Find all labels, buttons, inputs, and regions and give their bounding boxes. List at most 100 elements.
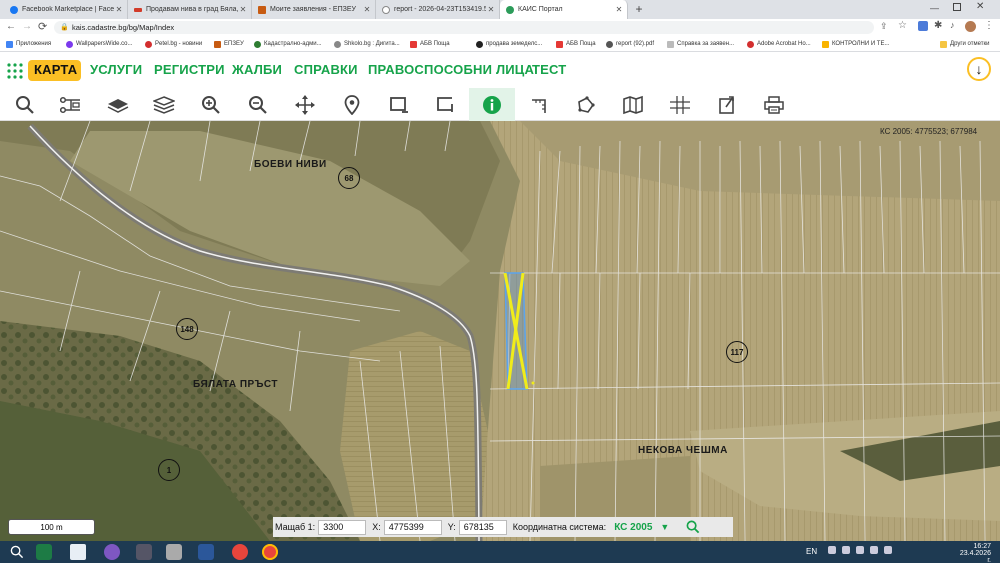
nav-item-uslugi[interactable]: УСЛУГИ (90, 62, 142, 77)
bookmark-item[interactable]: WallpapersWide.co... (66, 38, 132, 50)
bookmark-item[interactable]: продава земеделс... (476, 38, 542, 50)
measure-icon[interactable] (516, 88, 562, 121)
globe-favicon-icon (382, 5, 390, 14)
bookmark-icon (476, 40, 483, 48)
export-icon[interactable] (704, 88, 750, 121)
excel-icon[interactable] (36, 544, 52, 560)
bookmark-icon (822, 40, 829, 48)
cadastral-map[interactable]: КС 2005: 4775523; 677984 БОЕВИ НИВИ БЯЛА… (0, 121, 1000, 541)
close-tab-icon[interactable]: ✕ (614, 5, 624, 14)
files-icon[interactable] (70, 544, 86, 560)
reload-icon[interactable]: ⟳ (38, 20, 47, 33)
location-pin-icon[interactable] (329, 88, 375, 121)
browser-tab[interactable]: Продавам нива в град Бяла, общ. ✕ (128, 0, 252, 19)
tray-icon[interactable] (842, 546, 850, 554)
wifi-icon[interactable] (870, 546, 878, 554)
y-coordinate-label: Y: (447, 522, 456, 532)
chevron-down-icon[interactable]: ▼ (660, 522, 669, 532)
polygon-icon[interactable] (563, 88, 609, 121)
map-zone-number: 68 (338, 167, 360, 189)
crs-select[interactable]: КС 2005 (614, 522, 652, 533)
bookmark-item[interactable]: Справка за заявен... (667, 38, 734, 50)
app-icon[interactable] (166, 544, 182, 560)
close-window-button[interactable]: ✕ (976, 1, 984, 12)
site-favicon-icon (134, 7, 142, 12)
forward-icon[interactable]: → (22, 21, 32, 32)
select-rect-icon[interactable] (376, 88, 422, 121)
bookmark-item[interactable]: КОНТРОЛНИ И ТЕ... (822, 38, 889, 50)
bookmark-icon (145, 40, 152, 48)
scale-input[interactable]: 3300 (318, 519, 367, 535)
search-icon[interactable] (685, 519, 701, 535)
other-bookmarks[interactable]: Други отметки (940, 38, 989, 50)
bookmark-item[interactable]: ЕПЗЕУ (214, 38, 244, 50)
star-bookmark-icon[interactable]: ☆ (898, 20, 907, 31)
bookmark-item[interactable]: Shkolo.bg : Дигита... (334, 38, 400, 50)
nav-item-pravosposobni-litsa[interactable]: ПРАВОСПОСОБНИ ЛИЦА (368, 62, 534, 77)
close-tab-icon[interactable]: ✕ (238, 5, 248, 14)
puzzle-extensions-icon[interactable]: ✱ (934, 20, 942, 31)
tray-icon[interactable] (856, 546, 864, 554)
minimize-window-button[interactable]: — (930, 3, 939, 13)
folder-favicon-icon (258, 5, 266, 14)
back-icon[interactable]: ← (6, 21, 16, 32)
nav-item-karta[interactable]: КАРТА (34, 62, 77, 77)
folder-icon (940, 40, 947, 48)
grid-icon[interactable] (657, 88, 703, 121)
clock[interactable]: 16:27 23.4.2026 г. (955, 543, 991, 564)
bookmark-item[interactable]: Adobe Acrobat Ho... (747, 38, 811, 50)
zoom-in-icon[interactable] (188, 88, 234, 121)
zoom-out-icon[interactable] (235, 88, 281, 121)
close-tab-icon[interactable]: ✕ (114, 5, 124, 14)
close-tab-icon[interactable]: ✕ (362, 5, 372, 14)
layers-stack-icon[interactable] (141, 88, 187, 121)
bookmark-apps[interactable]: Приложения (6, 38, 51, 50)
pan-icon[interactable] (282, 88, 328, 121)
menu-kebab-icon[interactable]: ⋮ (984, 20, 994, 31)
chrome-icon[interactable] (262, 544, 278, 560)
viber-icon[interactable] (104, 544, 120, 560)
language-indicator[interactable]: EN (806, 547, 817, 556)
download-arrow-icon[interactable]: ↓ (967, 57, 991, 81)
bookmark-item[interactable]: report (92).pdf (606, 38, 654, 50)
crs-label: Координатна система: (512, 522, 607, 532)
browser-tab[interactable]: report - 2026-04-23T153419.561 ✕ (376, 0, 500, 19)
layer-icon[interactable] (95, 88, 141, 121)
nav-item-registri[interactable]: РЕГИСТРИ (154, 62, 225, 77)
bookmark-icon (334, 40, 341, 48)
bookmark-item[interactable]: Кадастрално-адми... (254, 38, 322, 50)
bookmark-item[interactable]: АБВ Поща (410, 38, 450, 50)
volume-icon[interactable] (884, 546, 892, 554)
bookmark-item[interactable]: Petel.bg - новини (145, 38, 202, 50)
nav-item-test[interactable]: ТЕСТ (532, 62, 566, 77)
app-icon[interactable] (136, 544, 152, 560)
media-icon[interactable]: ♪ (950, 20, 955, 30)
select-edit-icon[interactable] (423, 88, 469, 121)
avatar[interactable] (965, 21, 976, 32)
map-book-icon[interactable] (610, 88, 656, 121)
print-icon[interactable] (751, 88, 797, 121)
app-main-nav: КАРТА УСЛУГИ РЕГИСТРИ ЖАЛБИ СПРАВКИ ПРАВ… (0, 52, 1000, 88)
share-icon[interactable]: ⇪ (880, 21, 888, 32)
nav-item-zhalbi[interactable]: ЖАЛБИ (232, 62, 282, 77)
maximize-window-button[interactable] (953, 3, 961, 11)
browser-tab[interactable]: Моите заявления - ЕПЗЕУ ✕ (252, 0, 376, 19)
url-field[interactable]: 🔒 kais.cadastre.bg/bg/Map/Index (54, 21, 874, 34)
map-canvas[interactable] (0, 121, 1000, 541)
browser-tab[interactable]: Facebook Marketplace | Facebook ✕ (4, 0, 128, 19)
tray-icon[interactable] (828, 546, 836, 554)
search-icon[interactable] (2, 88, 48, 121)
bookmark-item[interactable]: АБВ Поща (556, 38, 596, 50)
nav-item-spravki[interactable]: СПРАВКИ (294, 62, 358, 77)
new-tab-button[interactable]: + (632, 2, 646, 16)
close-tab-icon[interactable]: ✕ (486, 5, 496, 14)
scale-label: Мащаб 1: (275, 522, 316, 532)
chrome-icon[interactable] (232, 544, 248, 560)
word-icon[interactable] (198, 544, 214, 560)
layers-tree-icon[interactable] (48, 88, 94, 121)
apps-grid-icon[interactable] (7, 63, 23, 79)
info-icon[interactable] (469, 88, 515, 121)
extension-icon[interactable] (918, 21, 928, 31)
search-icon[interactable] (10, 545, 24, 564)
browser-tab-active[interactable]: КАИС Портал ✕ (500, 0, 628, 19)
